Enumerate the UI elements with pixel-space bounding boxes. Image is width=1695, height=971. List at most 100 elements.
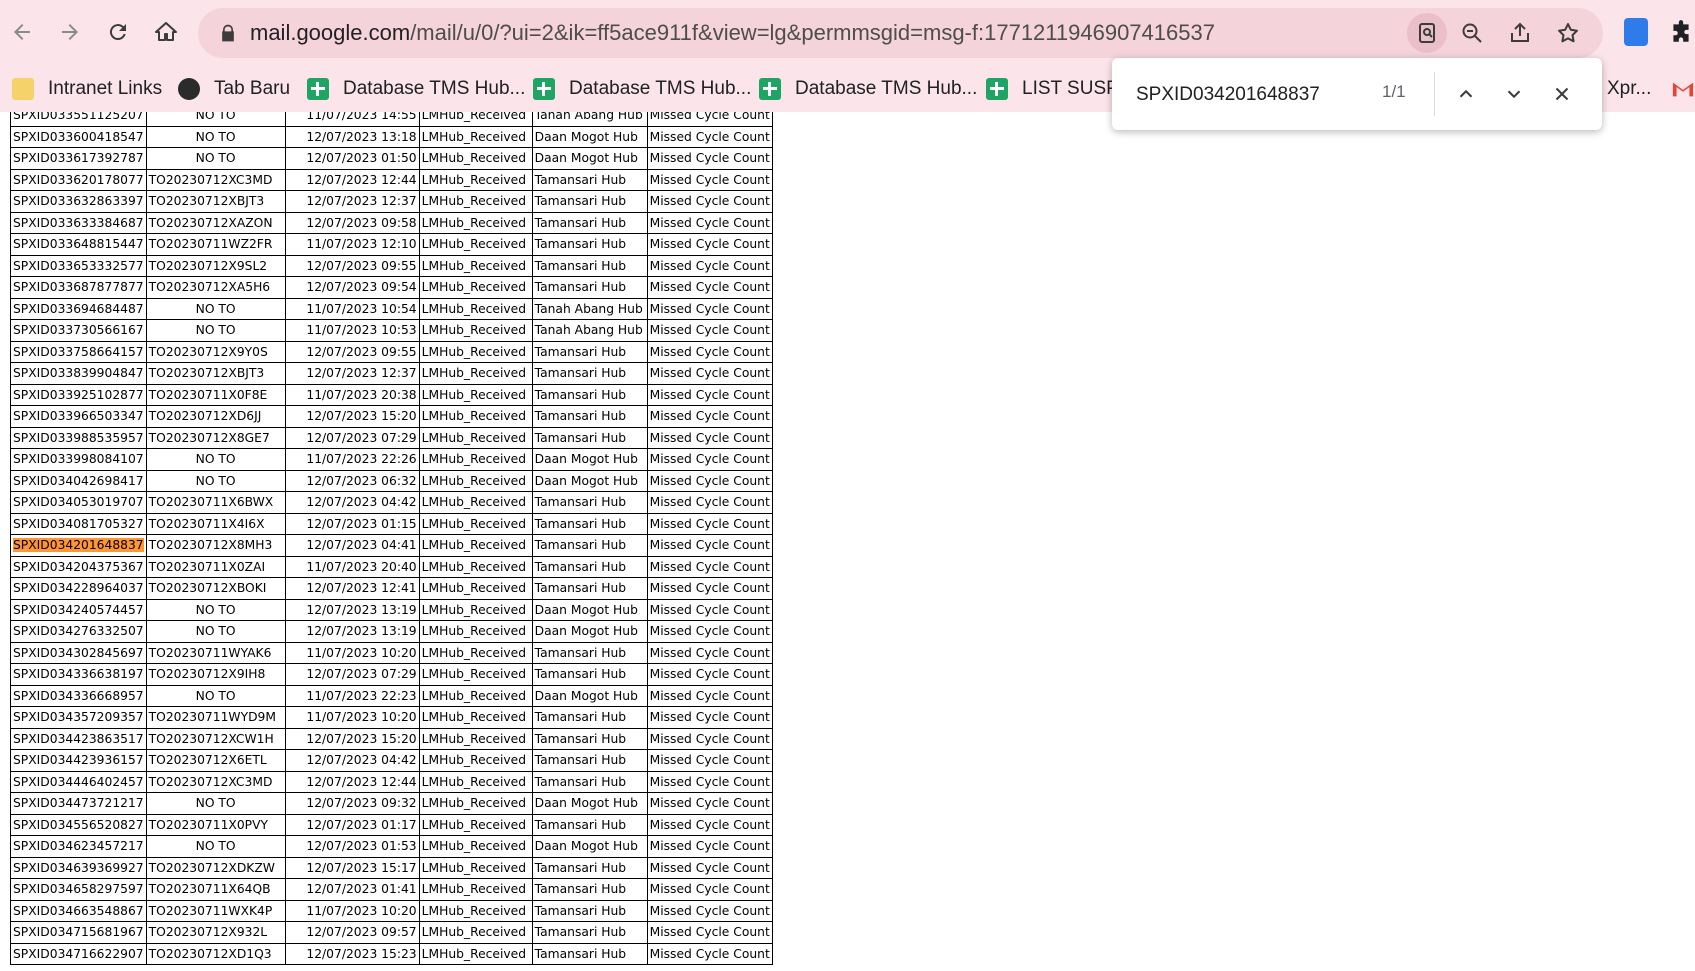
table-cell: Tamansari Hub	[531, 190, 648, 213]
search-page-button[interactable]	[1407, 13, 1447, 53]
table-cell: Missed Cycle Count	[646, 770, 773, 793]
table-cell: 12/07/2023 12:37	[284, 362, 420, 385]
address-bar[interactable]: mail.google.com/mail/u/0/?ui=2&ik=ff5ace…	[198, 8, 1603, 58]
table-cell: Daan Mogot Hub	[531, 835, 648, 858]
puzzle-icon[interactable]	[1668, 18, 1694, 46]
table-cell: Tamansari Hub	[531, 276, 648, 299]
table-cell: LMHub_Received	[418, 112, 533, 127]
extension-icon[interactable]	[1624, 18, 1648, 46]
table-row: SPXID034473721217 NO TO 12/07/2023 09:32 LM…	[10, 792, 773, 815]
table-cell: 12/07/2023 13:19	[284, 598, 420, 621]
table-cell: TO20230712XCW1H	[145, 727, 286, 750]
table-cell: LMHub_Received	[418, 297, 533, 320]
bookmark-intranet-links[interactable]: Intranet Links	[12, 72, 162, 106]
table-row: SPXID034663548867 TO20230711WXK4P 11/07/20…	[10, 899, 773, 922]
bookmark-database-tms-3[interactable]: Database TMS Hub...	[759, 72, 977, 106]
table-cell: LMHub_Received	[418, 211, 533, 234]
table-cell: SPXID034623457217	[10, 835, 147, 858]
home-button[interactable]	[146, 12, 186, 52]
find-in-page-icon	[1419, 23, 1435, 43]
table-row: SPXID034053019707 TO20230711X6BWX 12/07/20…	[10, 491, 773, 514]
table-cell: Missed Cycle Count	[646, 727, 773, 750]
table-cell: Tamansari Hub	[531, 340, 648, 363]
gmail-icon[interactable]	[1672, 80, 1694, 98]
chevron-down-icon	[1507, 90, 1521, 99]
forward-button[interactable]	[50, 12, 90, 52]
table-cell: SPXID033653332577	[10, 254, 147, 277]
table-cell: 12/07/2023 13:18	[284, 125, 420, 148]
find-close-button[interactable]	[1544, 76, 1580, 112]
bookmark-tab-baru[interactable]: Tab Baru	[178, 72, 290, 106]
table-cell: Tamansari Hub	[531, 899, 648, 922]
table-cell: LMHub_Received	[418, 770, 533, 793]
table-cell: LMHub_Received	[418, 663, 533, 686]
table-row: SPXID033730566167 NO TO 11/07/2023 10:53 LM…	[10, 319, 773, 342]
table-row: SPXID033925102877 TO20230711X0F8E 11/07/20…	[10, 383, 773, 406]
table-cell: Missed Cycle Count	[646, 190, 773, 213]
table-cell: LMHub_Received	[418, 942, 533, 965]
find-input[interactable]	[1134, 78, 1378, 112]
table-cell: Daan Mogot Hub	[531, 684, 648, 707]
bookmark-database-tms-2[interactable]: Database TMS Hub...	[533, 72, 751, 106]
table-cell: 11/07/2023 20:38	[284, 383, 420, 406]
bookmark-xpr[interactable]: Xpr...	[1607, 72, 1651, 106]
table-cell: NO TO	[145, 684, 286, 707]
table-cell: 12/07/2023 09:54	[284, 276, 420, 299]
table-cell: Missed Cycle Count	[646, 684, 773, 707]
table-cell: SPXID033694684487	[10, 297, 147, 320]
table-cell: Tamansari Hub	[531, 211, 648, 234]
table-cell: TO20230711X0PVY	[145, 813, 286, 836]
find-next-button[interactable]	[1496, 76, 1532, 112]
table-cell: TO20230712X932L	[145, 921, 286, 944]
table-cell: LMHub_Received	[418, 749, 533, 772]
table-cell: 12/07/2023 15:23	[284, 942, 420, 965]
bookmark-database-tms-1[interactable]: Database TMS Hub...	[307, 72, 525, 106]
table-cell: LMHub_Received	[418, 276, 533, 299]
table-cell: 11/07/2023 10:20	[284, 899, 420, 922]
table-cell: Tamansari Hub	[531, 577, 648, 600]
zoom-button[interactable]	[1452, 13, 1492, 53]
table-cell: TO20230711X64QB	[145, 878, 286, 901]
table-cell: Missed Cycle Count	[646, 168, 773, 191]
table-cell: LMHub_Received	[418, 233, 533, 256]
table-cell: LMHub_Received	[418, 598, 533, 621]
table-cell: Missed Cycle Count	[646, 276, 773, 299]
table-cell: Missed Cycle Count	[646, 749, 773, 772]
lock-icon[interactable]	[218, 23, 238, 43]
table-row: SPXID034716622907 TO20230712XD1Q3 12/07/20…	[10, 942, 773, 965]
share-button[interactable]	[1500, 13, 1540, 53]
table-cell: Tamansari Hub	[531, 942, 648, 965]
table-row: SPXID033617392787 NO TO 12/07/2023 01:50 LM…	[10, 147, 773, 170]
bookmark-list-suspe[interactable]: LIST SUSPE	[986, 72, 1131, 106]
table-row: SPXID034446402457 TO20230712XC3MD 12/07/20…	[10, 770, 773, 793]
table-cell: LMHub_Received	[418, 878, 533, 901]
table-row: SPXID034336668957 NO TO 11/07/2023 22:23 LM…	[10, 684, 773, 707]
table-cell: Tanah Abang Hub	[531, 319, 648, 342]
table-row: SPXID033694684487 NO TO 11/07/2023 10:54 LM…	[10, 297, 773, 320]
table-cell: Daan Mogot Hub	[531, 598, 648, 621]
table-cell: Daan Mogot Hub	[531, 147, 648, 170]
table-cell: SPXID034204375367	[10, 555, 147, 578]
reload-icon	[109, 24, 126, 41]
reload-button[interactable]	[98, 12, 138, 52]
home-icon	[155, 22, 177, 41]
table-cell: LMHub_Received	[418, 254, 533, 277]
table-cell: Tamansari Hub	[531, 405, 648, 428]
table-cell: SPXID033617392787	[10, 147, 147, 170]
table-cell: Tamansari Hub	[531, 383, 648, 406]
table-cell: TO20230712XAZON	[145, 211, 286, 234]
table-cell: SPXID033687877877	[10, 276, 147, 299]
table-cell: NO TO	[145, 297, 286, 320]
table-cell: Missed Cycle Count	[646, 598, 773, 621]
table-cell: 12/07/2023 15:17	[284, 856, 420, 879]
chevron-up-icon	[1459, 89, 1473, 98]
table-cell: SPXID034336638197	[10, 663, 147, 686]
table-cell: 12/07/2023 12:44	[284, 770, 420, 793]
table-cell: 11/07/2023 20:40	[284, 555, 420, 578]
bookmark-star-button[interactable]	[1548, 13, 1588, 53]
url-text[interactable]: mail.google.com/mail/u/0/?ui=2&ik=ff5ace…	[250, 8, 1215, 58]
find-previous-button[interactable]	[1448, 76, 1484, 112]
back-button[interactable]	[2, 12, 42, 52]
table-cell: SPXID033620178077	[10, 168, 147, 191]
table-cell: NO TO	[145, 448, 286, 471]
